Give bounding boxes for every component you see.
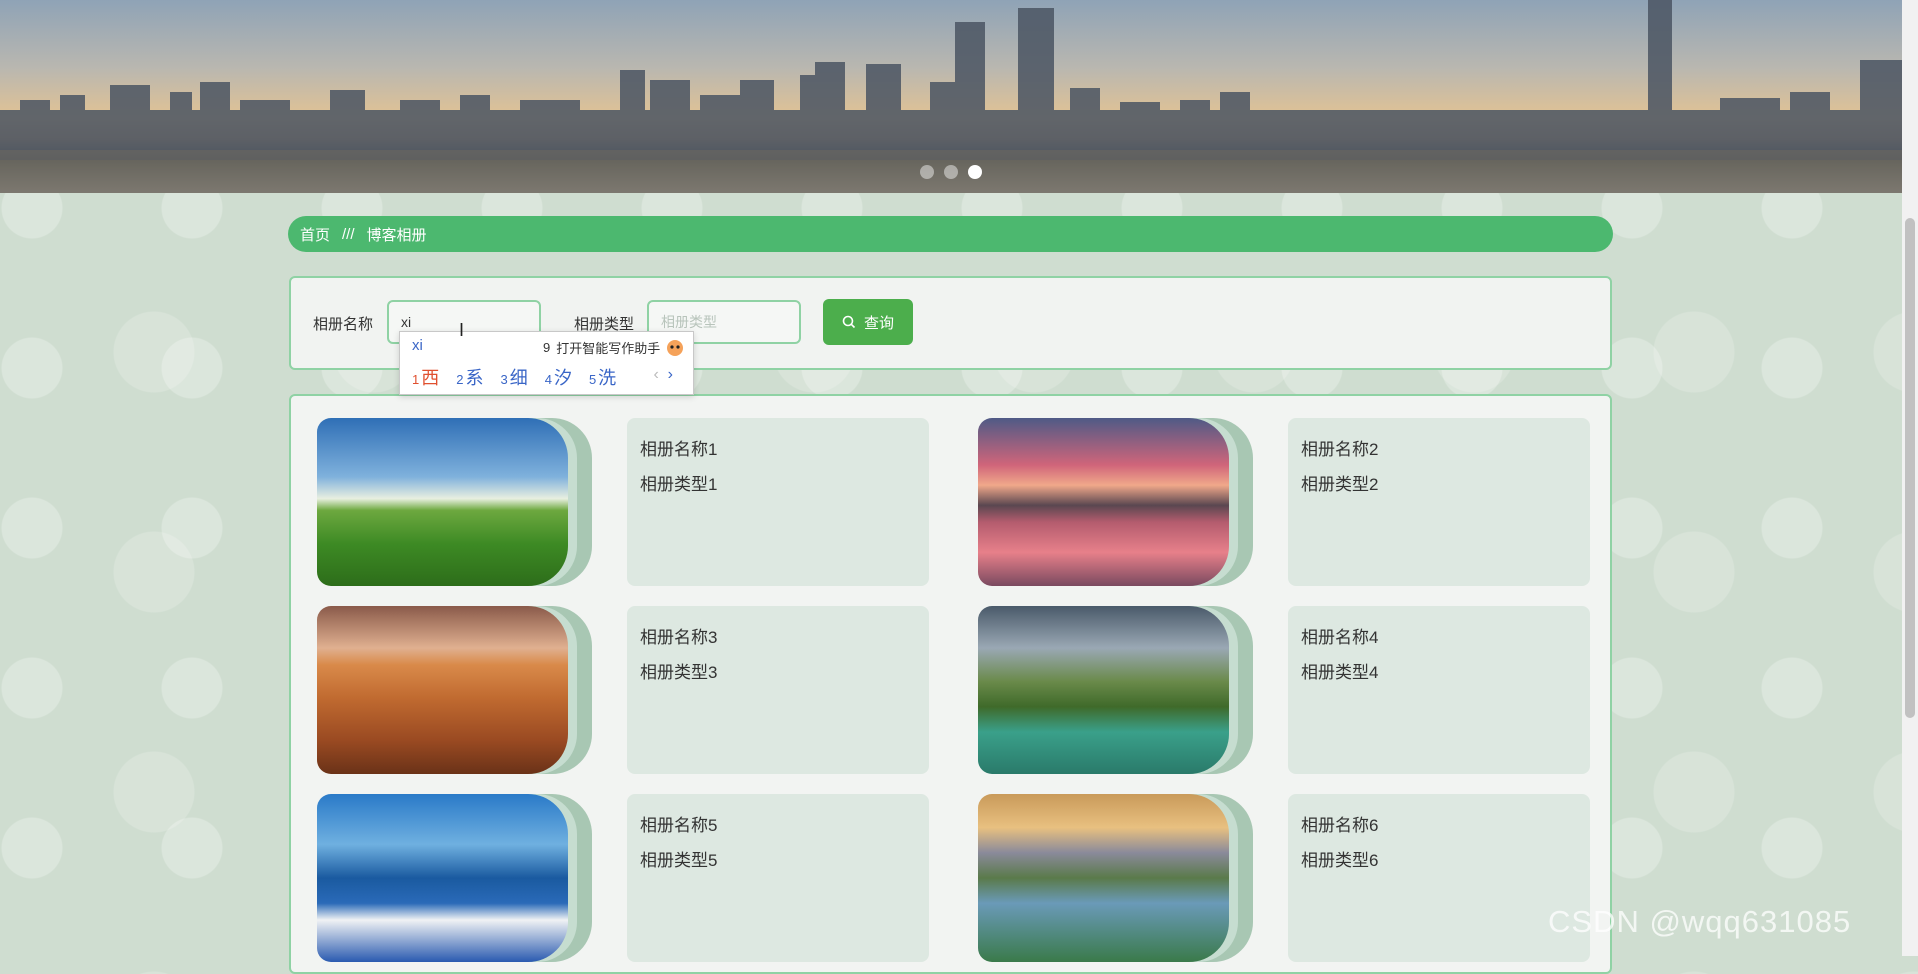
ime-candidate-2[interactable]: 2系 [456, 364, 483, 390]
query-button[interactable]: 查询 [823, 299, 913, 345]
carousel-dots [920, 165, 982, 179]
ime-candidate-4[interactable]: 4汐 [545, 364, 572, 390]
ime-candidate-popup: xi 9 打开智能写作助手 1西 2系 3细 4汐 5洗 ‹ › [399, 331, 694, 395]
album-thumbnail[interactable] [317, 606, 592, 774]
album-name: 相册名称1 [640, 440, 718, 459]
album-name: 相册名称5 [640, 816, 718, 835]
album-type: 相册类型5 [640, 851, 718, 870]
banner-carousel[interactable] [0, 0, 1902, 193]
ime-next-icon[interactable]: › [668, 366, 673, 383]
album-info: 相册名称2 相册类型2 [1288, 418, 1590, 586]
album-info: 相册名称4 相册类型4 [1288, 606, 1590, 774]
breadcrumb-home-link[interactable]: 首页 [300, 224, 330, 245]
album-card[interactable]: 相册名称6 相册类型6 [978, 794, 1618, 962]
album-name-label: 相册名称 [313, 316, 374, 333]
ime-prev-icon[interactable]: ‹ [653, 366, 658, 383]
breadcrumb-separator: /// [342, 225, 355, 243]
mountain-lake-image [978, 794, 1229, 962]
sunset-lake-image [978, 418, 1229, 586]
ime-assistant-num: 9 [543, 340, 551, 355]
breadcrumb: 首页 /// 博客相册 [288, 216, 1613, 252]
santorini-image [317, 794, 568, 962]
album-type: 相册类型6 [1301, 851, 1379, 870]
album-type: 相册类型1 [640, 475, 718, 494]
carousel-dot-1[interactable] [920, 165, 934, 179]
album-name: 相册名称6 [1301, 816, 1379, 835]
ime-candidate-1[interactable]: 1西 [412, 364, 439, 390]
ime-assistant-text: 打开智能写作助手 [556, 341, 661, 356]
text-cursor-icon: I [459, 320, 465, 340]
album-thumbnail[interactable] [317, 418, 592, 586]
ime-mascot-icon [667, 339, 684, 356]
album-type: 相册类型4 [1301, 663, 1379, 682]
desert-image [317, 606, 568, 774]
watermark: CSDN @wqq631085 [1548, 904, 1852, 939]
album-name: 相册名称4 [1301, 628, 1379, 647]
album-type: 相册类型3 [640, 663, 718, 682]
ime-pinyin: xi [412, 337, 423, 354]
album-card[interactable]: 相册名称4 相册类型4 [978, 606, 1618, 774]
ime-candidate-3[interactable]: 3细 [500, 364, 527, 390]
album-thumbnail[interactable] [978, 794, 1253, 962]
album-thumbnail[interactable] [978, 418, 1253, 586]
ime-assistant[interactable]: 9 打开智能写作助手 [543, 338, 684, 357]
album-card[interactable]: 相册名称2 相册类型2 [978, 418, 1618, 586]
page-scrollbar[interactable] [1902, 0, 1918, 956]
album-thumbnail[interactable] [317, 794, 592, 962]
search-icon [842, 315, 856, 329]
carousel-dot-2[interactable] [944, 165, 958, 179]
album-info: 相册名称3 相册类型3 [627, 606, 929, 774]
carousel-dot-3[interactable] [968, 165, 982, 179]
album-name: 相册名称2 [1301, 440, 1379, 459]
query-button-label: 查询 [863, 314, 894, 332]
album-card[interactable]: 相册名称5 相册类型5 [317, 794, 957, 962]
album-grid: 相册名称1 相册类型1 相册名称2 相册类型2 相册名称3 相册类型3 相册名称… [289, 394, 1612, 974]
album-thumbnail[interactable] [978, 606, 1253, 774]
golf-course-image [317, 418, 568, 586]
ime-page-nav[interactable]: ‹ › [653, 366, 673, 384]
scrollbar-thumb[interactable] [1905, 218, 1915, 718]
ime-candidates: 1西 2系 3细 4汐 5洗 [412, 364, 616, 390]
breadcrumb-current: 博客相册 [366, 226, 427, 244]
album-info: 相册名称5 相册类型5 [627, 794, 929, 962]
album-card[interactable]: 相册名称3 相册类型3 [317, 606, 957, 774]
album-info: 相册名称1 相册类型1 [627, 418, 929, 586]
river-forest-image [978, 606, 1229, 774]
album-card[interactable]: 相册名称1 相册类型1 [317, 418, 957, 586]
album-name: 相册名称3 [640, 628, 718, 647]
album-info: 相册名称6 相册类型6 [1288, 794, 1590, 962]
ime-candidate-5[interactable]: 5洗 [589, 364, 616, 390]
album-type: 相册类型2 [1301, 475, 1379, 494]
